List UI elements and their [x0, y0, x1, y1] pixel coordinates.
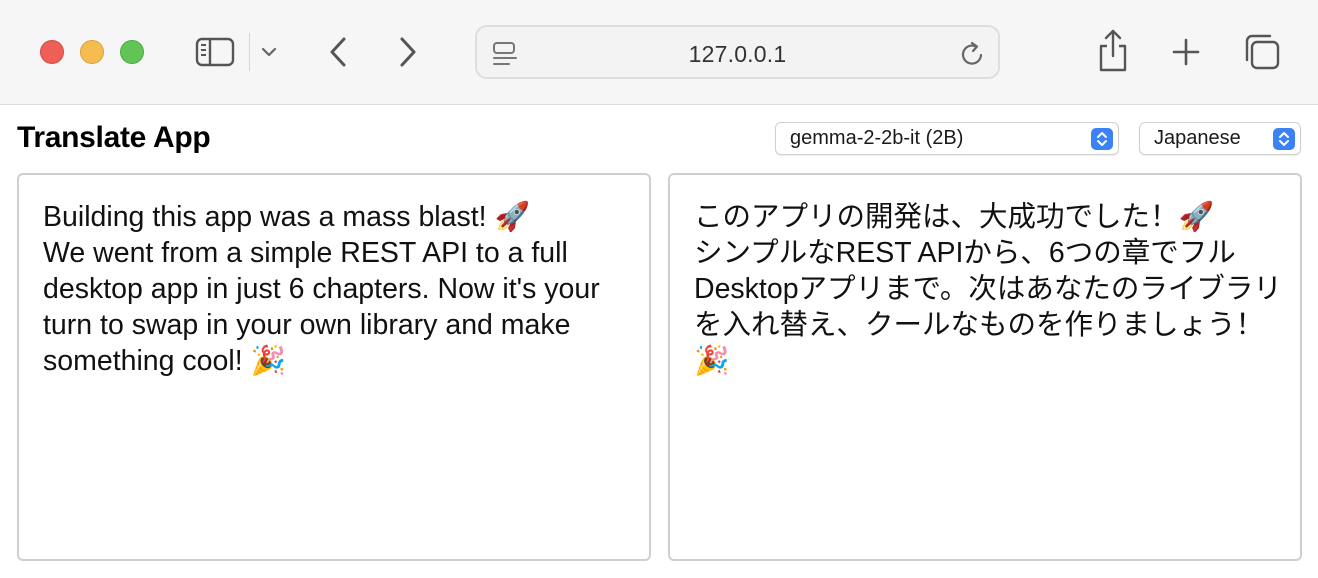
tab-groups-menu-button[interactable]	[256, 38, 282, 66]
page-title: Translate App	[17, 121, 211, 154]
address-bar[interactable]: 127.0.0.1	[475, 25, 1000, 79]
back-button[interactable]	[318, 30, 358, 74]
translated-text-area[interactable]: このアプリの開発は、大成功でした！🚀 シンプルなREST APIから、6つの章で…	[668, 173, 1302, 561]
source-text-area[interactable]: Building this app was a mass blast! 🚀 We…	[17, 173, 651, 561]
language-select-value: Japanese	[1154, 127, 1241, 149]
reload-icon[interactable]	[960, 40, 986, 73]
minimize-window-button[interactable]	[80, 40, 104, 64]
address-url: 127.0.0.1	[688, 41, 787, 67]
model-select-value: gemma-2-2b-it (2B)	[790, 127, 964, 149]
browser-toolbar: 127.0.0.1	[0, 0, 1318, 105]
chevron-down-icon	[261, 47, 277, 57]
forward-button[interactable]	[388, 30, 428, 74]
tab-overview-icon	[1245, 34, 1280, 70]
sidebar-toggle-button[interactable]	[192, 33, 238, 71]
new-tab-button[interactable]	[1166, 30, 1206, 74]
share-button[interactable]	[1093, 26, 1133, 74]
share-icon	[1099, 29, 1127, 72]
sidebar-icon	[195, 37, 235, 67]
zoom-window-button[interactable]	[120, 40, 144, 64]
tab-overview-button[interactable]	[1240, 30, 1284, 74]
close-window-button[interactable]	[40, 40, 64, 64]
language-select[interactable]: Japanese	[1139, 122, 1301, 155]
toolbar-divider	[249, 33, 250, 71]
model-select[interactable]: gemma-2-2b-it (2B)	[775, 122, 1119, 155]
select-stepper-icon	[1273, 128, 1295, 150]
plus-icon	[1172, 38, 1200, 66]
forward-arrow-icon	[400, 37, 416, 67]
back-arrow-icon	[330, 37, 346, 67]
select-stepper-icon	[1091, 128, 1113, 150]
